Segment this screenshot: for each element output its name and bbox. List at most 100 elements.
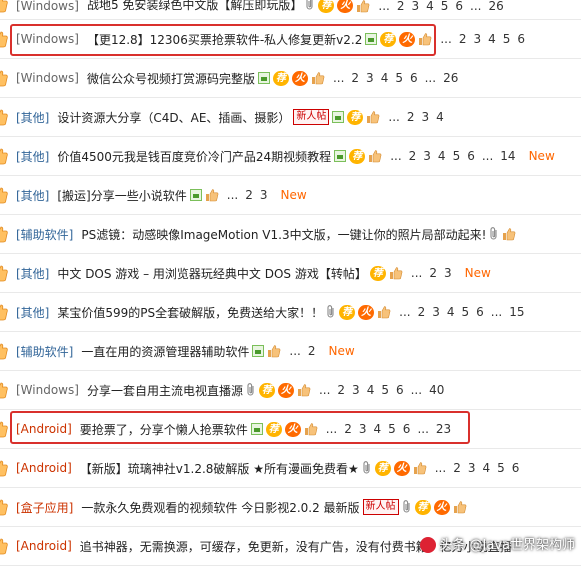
page-link[interactable]: 2	[407, 110, 415, 124]
page-link[interactable]: 4	[447, 305, 455, 319]
category-link[interactable]: [Android]	[16, 422, 72, 436]
thread-row[interactable]: [其他] [搬运]分享一些小说软件... 2 3 New	[0, 176, 581, 215]
page-link[interactable]: 3	[473, 32, 481, 46]
thread-title-link[interactable]: PS滤镜：动感映像ImageMotion V1.3中文版，一键让你的照片局部动起…	[81, 226, 486, 243]
category-link[interactable]: [Windows]	[16, 71, 79, 85]
page-link[interactable]: ...	[326, 422, 337, 436]
page-link[interactable]: 26	[443, 71, 458, 85]
thread-row[interactable]: [Windows] 分享一套自用主流电视直播源荐火... 2 3 4 5 6... 40	[0, 371, 581, 410]
page-link[interactable]: 2	[344, 422, 352, 436]
page-link[interactable]: 6	[396, 383, 404, 397]
page-link[interactable]: 4	[374, 422, 382, 436]
page-link[interactable]: 2	[459, 32, 467, 46]
page-link[interactable]: 4	[482, 461, 490, 475]
thread-row[interactable]: [其他] 设计资源大分享（C4D、AE、插画、摄影） 新人帖 荐... 2 3 4	[0, 98, 581, 137]
thread-title-link[interactable]: 设计资源大分享（C4D、AE、插画、摄影）	[57, 109, 290, 126]
page-link[interactable]: 4	[367, 383, 375, 397]
page-link[interactable]: ...	[333, 71, 344, 85]
page-link[interactable]: 15	[509, 305, 524, 319]
page-link[interactable]: 2	[429, 266, 437, 280]
thread-title-link[interactable]: 要抢票了，分享个懒人抢票软件	[80, 421, 248, 438]
page-link[interactable]: 3	[359, 422, 367, 436]
page-link[interactable]: ...	[399, 305, 410, 319]
page-link[interactable]: 6	[455, 0, 463, 13]
page-link[interactable]: 5	[462, 305, 470, 319]
thread-title-link[interactable]: 【新版】琉璃神社v1.2.8破解版 ★所有漫画免费看★	[80, 460, 359, 477]
page-link[interactable]: ...	[388, 110, 399, 124]
page-link[interactable]: 2	[409, 149, 417, 163]
thread-title-link[interactable]: 【更12.8】12306买票抢票软件-私人修复更新v2.2	[87, 31, 362, 48]
thread-title-link[interactable]: 一款永久免费观看的视频软件 今日影视2.0.2 最新版	[81, 499, 359, 516]
thread-row[interactable]: [其他] 某宝价值599的PS全套破解版，免费送给大家！！ 荐火... 2 3 4 5 6..…	[0, 293, 581, 332]
page-link[interactable]: ...	[470, 0, 481, 13]
page-link[interactable]: ...	[411, 383, 422, 397]
page-link[interactable]: 6	[467, 149, 475, 163]
page-link[interactable]: 5	[453, 149, 461, 163]
page-link[interactable]: ...	[491, 305, 502, 319]
page-link[interactable]: 40	[429, 383, 444, 397]
page-link[interactable]: 4	[426, 0, 434, 13]
thread-title-link[interactable]: 分享一套自用主流电视直播源	[87, 382, 243, 399]
page-link[interactable]: 2	[418, 305, 426, 319]
page-link[interactable]: 3	[422, 110, 430, 124]
page-link[interactable]: 3	[352, 383, 360, 397]
category-link[interactable]: [Windows]	[16, 0, 79, 13]
page-link[interactable]: ...	[390, 149, 401, 163]
thread-row[interactable]: [其他] 中文 DOS 游戏 – 用浏览器玩经典中文 DOS 游戏【转帖】荐...…	[0, 254, 581, 293]
page-link[interactable]: 5	[497, 461, 505, 475]
page-link[interactable]: ...	[425, 71, 436, 85]
page-link[interactable]: ...	[227, 188, 238, 202]
category-link[interactable]: [Android]	[16, 539, 72, 553]
page-link[interactable]: ...	[411, 266, 422, 280]
thread-row[interactable]: [辅助软件] 一直在用的资源管理器辅助软件... 2 New	[0, 332, 581, 371]
page-link[interactable]: 2	[245, 188, 253, 202]
page-link[interactable]: 4	[438, 149, 446, 163]
thread-row[interactable]: [其他] 价值4500元我是钱百度竞价冷门产品24期视频教程 荐... 2 3 4 5 6..…	[0, 137, 581, 176]
page-link[interactable]: 3	[423, 149, 431, 163]
thread-row[interactable]: [辅助软件] PS滤镜：动感映像ImageMotion V1.3中文版，一键让你的…	[0, 215, 581, 254]
page-link[interactable]: ...	[440, 32, 451, 46]
category-link[interactable]: [辅助软件]	[16, 226, 73, 243]
page-link[interactable]: 5	[503, 32, 511, 46]
thread-title-link[interactable]: [搬运]分享一些小说软件	[57, 187, 186, 204]
category-link[interactable]: [其他]	[16, 304, 49, 321]
thread-row[interactable]: [Windows] 微信公众号视频打赏源码完整版 荐火... 2 3 4 5 6... 26	[0, 59, 581, 98]
page-link[interactable]: 6	[512, 461, 520, 475]
page-link[interactable]: 5	[441, 0, 449, 13]
thread-title-link[interactable]: 某宝价值599的PS全套破解版，免费送给大家！！	[57, 304, 323, 321]
thread-row[interactable]: [Windows] 【更12.8】12306买票抢票软件-私人修复更新v2.2 荐火…	[0, 20, 581, 59]
thread-row[interactable]: [Android] 要抢票了，分享个懒人抢票软件荐火... 2 3 4 5 6... 23	[0, 410, 581, 449]
page-link[interactable]: 14	[500, 149, 515, 163]
page-link[interactable]: 2	[337, 383, 345, 397]
page-link[interactable]: 4	[381, 71, 389, 85]
category-link[interactable]: [其他]	[16, 187, 49, 204]
page-link[interactable]: ...	[482, 149, 493, 163]
page-link[interactable]: 5	[395, 71, 403, 85]
thread-title-link[interactable]: 战地5 免安装绿色中文版【解压即玩版】	[87, 0, 302, 13]
page-link[interactable]: 6	[476, 305, 484, 319]
page-link[interactable]: ...	[435, 461, 446, 475]
thread-title-link[interactable]: 中文 DOS 游戏 – 用浏览器玩经典中文 DOS 游戏【转帖】	[57, 265, 367, 282]
page-link[interactable]: 3	[411, 0, 419, 13]
page-link[interactable]: 2	[308, 344, 316, 358]
thread-row[interactable]: [Android] 【新版】琉璃神社v1.2.8破解版 ★所有漫画免费看★ 荐火..…	[0, 449, 581, 488]
page-link[interactable]: ...	[319, 383, 330, 397]
page-link[interactable]: 23	[436, 422, 451, 436]
category-link[interactable]: [Windows]	[16, 32, 79, 46]
page-link[interactable]: 3	[260, 188, 268, 202]
thread-title-link[interactable]: 价值4500元我是钱百度竞价冷门产品24期视频教程	[57, 148, 331, 165]
page-link[interactable]: ...	[289, 344, 300, 358]
page-link[interactable]: 2	[351, 71, 359, 85]
page-link[interactable]: 2	[397, 0, 405, 13]
category-link[interactable]: [其他]	[16, 148, 49, 165]
thread-title-link[interactable]: 微信公众号视频打赏源码完整版	[87, 70, 255, 87]
page-link[interactable]: 6	[410, 71, 418, 85]
page-link[interactable]: 2	[453, 461, 461, 475]
thread-title-link[interactable]: 一直在用的资源管理器辅助软件	[81, 343, 249, 360]
page-link[interactable]: 6	[517, 32, 525, 46]
thread-row[interactable]: [盒子应用] 一款永久免费观看的视频软件 今日影视2.0.2 最新版 新人帖荐火	[0, 488, 581, 527]
category-link[interactable]: [盒子应用]	[16, 499, 73, 516]
page-link[interactable]: 3	[444, 266, 452, 280]
category-link[interactable]: [其他]	[16, 109, 49, 126]
page-link[interactable]: 3	[366, 71, 374, 85]
